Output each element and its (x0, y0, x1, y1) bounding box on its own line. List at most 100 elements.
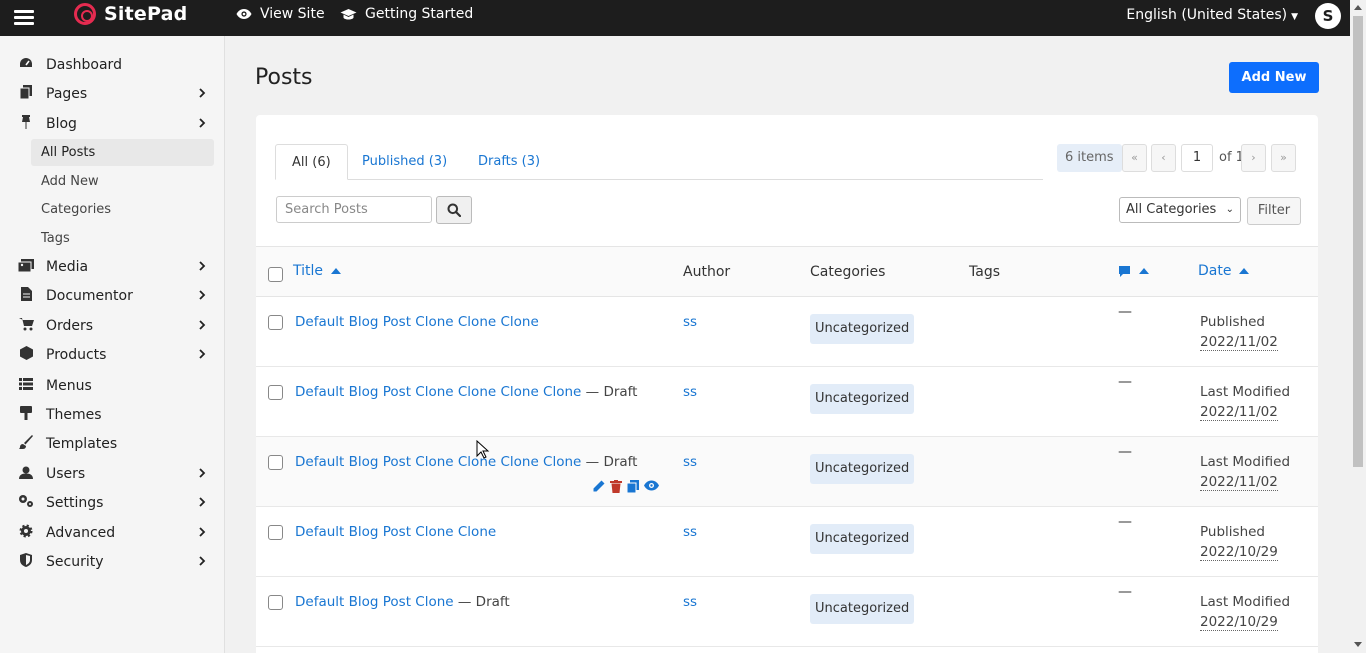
chevron-right-icon (199, 348, 206, 362)
row-checkbox[interactable] (268, 595, 283, 610)
sitepad-logo[interactable]: SitePad (74, 3, 187, 25)
prev-page-button[interactable]: ‹ (1151, 144, 1176, 172)
author-link[interactable]: ss (683, 524, 697, 540)
pin-icon (18, 115, 34, 133)
users-icon (18, 466, 34, 483)
page-number-input[interactable]: 1 (1181, 144, 1213, 172)
title-column-header[interactable]: Title (293, 263, 342, 279)
scroll-down-icon[interactable] (1354, 642, 1362, 647)
sidebar-item-media[interactable]: Media (0, 254, 224, 280)
trash-icon[interactable] (610, 480, 622, 493)
date-column-header[interactable]: Date (1198, 263, 1250, 279)
edit-pencil-icon[interactable] (592, 480, 605, 493)
sidebar-item-label: Pages (46, 86, 88, 102)
row-checkbox[interactable] (268, 315, 283, 330)
sidebar-subitem-add-new[interactable]: Add New (31, 168, 214, 195)
view-site-link[interactable]: View Site (236, 6, 325, 22)
sidebar-item-label: Blog (46, 116, 77, 132)
category-badge[interactable]: Uncategorized (810, 594, 915, 624)
first-page-button[interactable]: « (1122, 144, 1147, 172)
sidebar-item-label: Media (46, 259, 89, 275)
sidebar-item-themes[interactable]: Themes (0, 402, 224, 428)
category-badge[interactable]: Uncategorized (810, 314, 915, 344)
sidebar-item-blog[interactable]: Blog (0, 111, 224, 137)
sidebar-subitem-categories[interactable]: Categories (31, 196, 214, 223)
post-title-link[interactable]: Default Blog Post Clone Clone Clone Clon… (295, 454, 581, 470)
search-input[interactable]: Search Posts (276, 196, 432, 223)
select-all-checkbox[interactable] (268, 267, 283, 282)
category-select[interactable]: All Categories ⌄ (1119, 197, 1241, 223)
tab-drafts[interactable]: Drafts (3) (478, 144, 540, 180)
sidebar-item-pages[interactable]: Pages (0, 81, 224, 107)
page-title: Posts (255, 65, 313, 90)
row-checkbox[interactable] (268, 455, 283, 470)
sidebar-item-documentor[interactable]: Documentor (0, 283, 224, 309)
post-title-cell: Default Blog Post Clone Clone Clone (295, 314, 539, 330)
sidebar-item-label: Themes (46, 407, 102, 423)
status-tabs: All (6) Published (3) Drafts (3) (275, 144, 1043, 180)
sidebar-item-label: Dashboard (46, 57, 122, 73)
eye-icon (236, 9, 252, 19)
post-title-link[interactable]: Default Blog Post Clone Clone Clone (295, 314, 539, 330)
sidebar-item-orders[interactable]: Orders (0, 313, 224, 339)
items-count: 6 items (1057, 144, 1122, 172)
chevron-right-icon (199, 555, 206, 569)
posts-card: All (6) Published (3) Drafts (3) 6 items… (256, 115, 1318, 653)
sidebar-item-settings[interactable]: Settings (0, 490, 224, 516)
sidebar-item-menus[interactable]: Menus (0, 373, 224, 399)
language-select[interactable]: English (United States) ▼ (1126, 7, 1298, 23)
author-link[interactable]: ss (683, 384, 697, 400)
tab-all[interactable]: All (6) (275, 144, 348, 180)
gear-icon (18, 524, 34, 542)
add-new-button[interactable]: Add New (1229, 62, 1319, 93)
sidebar-item-templates[interactable]: Templates (0, 431, 224, 457)
table-row: Default Blog Post Clone Clone Clone ss Unc… (256, 297, 1318, 367)
row-checkbox[interactable] (268, 385, 283, 400)
sidebar-subitem-all-posts[interactable]: All Posts (31, 139, 214, 166)
sidebar-subitem-tags[interactable]: Tags (31, 225, 214, 252)
scroll-thumb[interactable] (1353, 16, 1363, 467)
document-icon (18, 287, 34, 305)
copy-icon[interactable] (627, 480, 639, 493)
next-page-button[interactable]: › (1241, 144, 1266, 172)
search-icon (447, 203, 462, 218)
sidebar-item-users[interactable]: Users (0, 461, 224, 487)
sidebar-item-advanced[interactable]: Advanced (0, 520, 224, 546)
sidebar-item-security[interactable]: Security (0, 549, 224, 575)
graduation-cap-icon (340, 8, 357, 19)
category-badge[interactable]: Uncategorized (810, 454, 915, 484)
title-column-label: Title (293, 263, 324, 279)
search-button[interactable] (436, 196, 472, 224)
post-title-link[interactable]: Default Blog Post Clone Clone Clone Clon… (295, 384, 581, 400)
hamburger-menu-icon[interactable] (14, 7, 34, 27)
getting-started-link[interactable]: Getting Started (340, 6, 473, 22)
settings-icon (18, 494, 34, 512)
filter-button[interactable]: Filter (1247, 197, 1301, 225)
post-title-link[interactable]: Default Blog Post Clone (295, 594, 454, 610)
author-column-header: Author (683, 264, 731, 280)
author-link[interactable]: ss (683, 454, 697, 470)
author-link[interactable]: ss (683, 594, 697, 610)
comment-icon (1119, 265, 1130, 277)
post-title-link[interactable]: Default Blog Post Clone Clone (295, 524, 496, 540)
avatar[interactable]: S (1315, 3, 1341, 29)
logo-icon (74, 3, 96, 25)
sort-up-icon (1139, 268, 1149, 274)
brush-icon (18, 406, 34, 424)
category-badge[interactable]: Uncategorized (810, 524, 915, 554)
eye-icon[interactable] (644, 480, 659, 493)
app-name: SitePad (104, 3, 188, 25)
sidebar-item-label: Orders (46, 318, 94, 334)
last-page-button[interactable]: » (1271, 144, 1296, 172)
scroll-up-icon[interactable] (1354, 5, 1362, 10)
post-status: Last Modified (1200, 594, 1291, 610)
row-checkbox[interactable] (268, 525, 283, 540)
author-link[interactable]: ss (683, 314, 697, 330)
sidebar-item-dashboard[interactable]: Dashboard (0, 52, 224, 78)
sidebar-item-products[interactable]: Products (0, 342, 224, 368)
page-scrollbar[interactable] (1350, 0, 1366, 653)
category-badge[interactable]: Uncategorized (810, 384, 915, 414)
tab-published[interactable]: Published (3) (362, 144, 447, 180)
comments-column-header[interactable] (1118, 263, 1149, 279)
chevron-right-icon (199, 260, 206, 274)
